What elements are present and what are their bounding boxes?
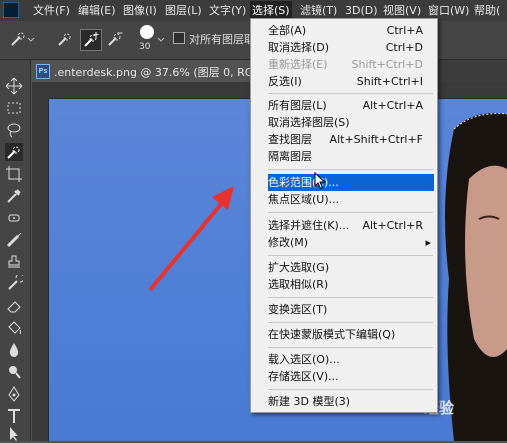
menu-item-quick-mask[interactable]: 在快速蒙版模式下编辑(Q) (251, 326, 437, 343)
menu-item-similar[interactable]: 选取相似(R) (251, 276, 437, 293)
menu-item-grow[interactable]: 扩大选取(G) (251, 259, 437, 276)
menu-item-select-and-mask[interactable]: 选择并遮住(K)... Alt+Ctrl+R (251, 217, 437, 234)
menu-item-color-range[interactable]: 色彩范围(C)... (268, 174, 434, 191)
menu-item-inverse[interactable]: 反选(I) Shift+Ctrl+I (251, 73, 437, 90)
menu-item-deselect-layers[interactable]: 取消选择图层(S) (251, 114, 437, 131)
select-menu-dropdown: 全部(A) Ctrl+A 取消选择(D) Ctrl+D 重新选择(E) Shift+C… (250, 18, 438, 413)
menu-separator (268, 169, 433, 170)
submenu-arrow-icon: ▸ (425, 236, 431, 249)
mouse-cursor-icon (314, 172, 326, 190)
menu-item-isolate-layers[interactable]: 隔离图层 (251, 148, 437, 165)
menu-separator (268, 347, 433, 348)
menu-item-modify[interactable]: 修改(M) ▸ (251, 234, 437, 251)
menu-item-load-selection[interactable]: 载入选区(O)... (251, 351, 437, 368)
menu-item-transform-selection[interactable]: 变换选区(T) (251, 301, 437, 318)
menu-item-all-layers[interactable]: 所有图层(L) Alt+Ctrl+A (251, 97, 437, 114)
menu-item-save-selection[interactable]: 存储选区(V)... (251, 368, 437, 385)
menu-separator (268, 322, 433, 323)
menu-separator (268, 93, 433, 94)
menu-item-focus-area[interactable]: 焦点区域(U)... (251, 191, 437, 208)
menu-item-find-layers[interactable]: 查找图层 Alt+Shift+Ctrl+F (251, 131, 437, 148)
menu-item-deselect[interactable]: 取消选择(D) Ctrl+D (251, 39, 437, 56)
menu-separator (268, 212, 433, 213)
menu-separator (268, 255, 433, 256)
menu-item-new-3d-model[interactable]: 新建 3D 模型(3) (251, 393, 437, 410)
menu-item-reselect: 重新选择(E) Shift+Ctrl+D (268, 58, 423, 71)
menu-separator (268, 389, 433, 390)
menu-item-select-all[interactable]: 全部(A) Ctrl+A (251, 22, 437, 39)
menu-separator (268, 297, 433, 298)
